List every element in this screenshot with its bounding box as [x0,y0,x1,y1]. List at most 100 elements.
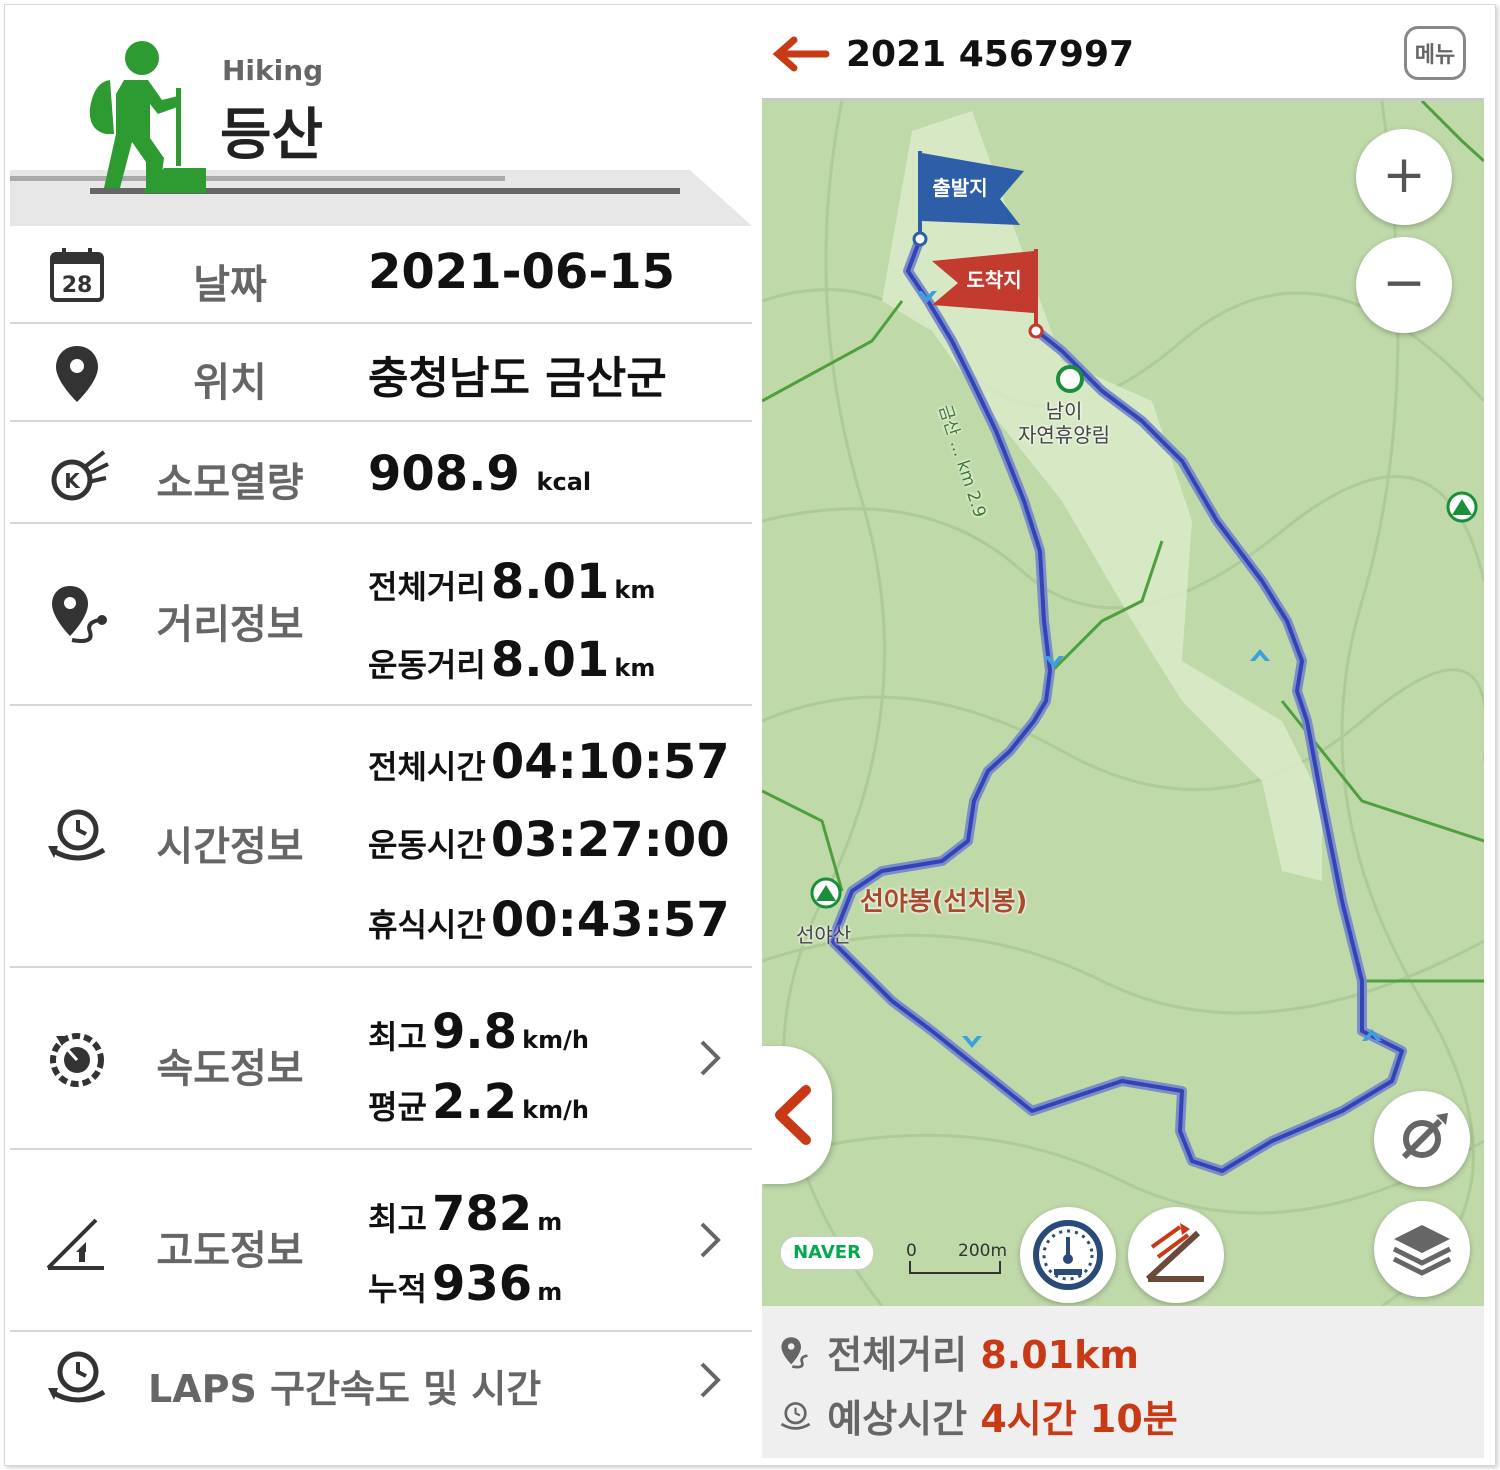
acc-altitude-line: 누적 936 m [368,1256,562,1312]
altitude-row[interactable]: 고도정보 최고 782 m 누적 936 m [10,1150,752,1332]
tracking-off-icon [1401,1113,1448,1160]
calorie-fire-icon: K [51,450,109,501]
location-tracking-button[interactable] [1374,1091,1470,1187]
acc-altitude-value: 936 [431,1256,533,1312]
time-label: 시간정보 [156,824,304,870]
speed-graph-button[interactable] [1020,1207,1116,1303]
hiker-icon [89,41,206,193]
move-distance-unit: km [614,654,656,682]
total-time-label: 전체시간 [368,748,486,786]
mountain-peak-icon [810,877,842,909]
speed-label: 속도정보 [156,1046,304,1092]
max-altitude-label: 최고 [368,1200,427,1238]
avg-speed-unit: km/h [522,1096,589,1124]
date-row: 28 날짜 2021-06-15 [10,228,752,324]
avg-speed-line: 평균 2.2 km/h [368,1074,589,1130]
altitude-graph-button[interactable] [1128,1207,1224,1303]
max-speed-value: 9.8 [431,1004,518,1060]
peak-label: 선야봉(선치봉) [860,887,1028,917]
altitude-label: 고도정보 [156,1228,304,1274]
laps-label: LAPS 구간속도 및 시간 [148,1367,542,1411]
location-value: 충청남도 금산군 [368,353,667,404]
max-altitude-line: 최고 782 m [368,1186,562,1242]
speed-row[interactable]: 속도정보 최고 9.8 km/h 평균 2.2 km/h [10,968,752,1150]
calories-label: 소모열량 [156,460,304,506]
svg-text:K: K [64,469,81,493]
chevron-right-icon [700,1222,721,1258]
start-flag-label: 출발지 [932,176,987,200]
chevron-left-icon [775,1085,811,1145]
acc-altitude-label: 누적 [368,1270,427,1308]
max-speed-label: 최고 [368,1018,427,1056]
forest-label: 남이 자연휴양림 [1018,399,1110,447]
move-distance-value: 8.01 [490,632,610,688]
calories-row: K 소모열량 908.9 kcal [10,422,752,524]
activity-header: Hiking 등산 [10,8,752,228]
altitude-slope-icon [46,1218,104,1270]
rest-time-label: 휴식시간 [368,906,486,944]
move-time-value: 03:27:00 [490,812,730,868]
max-speed-line: 최고 9.8 km/h [368,1004,589,1060]
chevron-right-icon [700,1362,721,1398]
map-top-bar: 2021 4567997 메뉴 [762,8,1484,101]
avg-speed-value: 2.2 [431,1074,518,1130]
summary-distance-value: 8.01km [980,1333,1139,1377]
location-label: 위치 [193,360,267,406]
zoom-out-button[interactable]: − [1356,237,1452,333]
rest-time-line: 휴식시간 00:43:57 [368,892,730,948]
route-title: 2021 4567997 [846,34,1135,75]
avg-speed-label: 평균 [368,1088,427,1126]
total-distance-unit: km [614,576,656,604]
location-row: 위치 충청남도 금산군 [10,324,752,422]
scale-zero-label: 0 [906,1241,917,1261]
total-time-line: 전체시간 04:10:57 [368,734,730,790]
activity-title: 등산 [220,103,324,168]
activity-summary-panel: Hiking 등산 28 날짜 2021-06-15 위치 충청남도 금산군 K… [10,8,752,1458]
map-layers-button[interactable] [1374,1201,1470,1297]
collapse-panel-button[interactable] [762,1046,832,1184]
laps-row[interactable]: LAPS 구간속도 및 시간 [10,1332,752,1432]
summary-distance-label: 전체거리 [827,1333,968,1377]
layers-icon [1392,1225,1452,1276]
altitude-slope-icon [1145,1223,1204,1282]
route-summary-bar: 전체거리 8.01km 예상시간 4시간 10분 [762,1306,1484,1458]
zoom-in-button[interactable]: + [1356,129,1452,225]
mountain-peak-icon [1446,491,1478,523]
total-distance-line: 전체거리 8.01 km [368,554,655,610]
move-time-label: 운동시간 [368,826,486,864]
naver-logo: NAVER [780,1236,874,1270]
location-pin-icon [56,346,98,402]
time-clock-icon [780,1402,811,1430]
end-flag-label: 도착지 [966,268,1021,292]
activity-subtitle: Hiking [222,54,324,87]
total-distance-label: 전체거리 [368,568,486,606]
summary-eta-line: 예상시간 4시간 10분 [776,1388,1178,1443]
peak-sub-label: 선야산 [796,923,852,947]
distance-route-icon [781,1337,808,1369]
total-distance-value: 8.01 [490,554,610,610]
date-value: 2021-06-15 [368,244,676,300]
move-time-line: 운동시간 03:27:00 [368,812,730,868]
time-row: 시간정보 전체시간 04:10:57 운동시간 03:27:00 휴식시간 00… [10,706,752,968]
chevron-right-icon [700,1040,721,1076]
distance-route-icon [52,586,107,643]
calories-value: 908.9 [368,446,520,502]
distance-label: 거리정보 [156,602,304,648]
route-map[interactable]: 출발지 도착지 선야봉(선치봉) 선야산 남이 자연휴양림 금산 ... km … [762,101,1484,1306]
max-speed-unit: km/h [522,1026,589,1054]
scale-distance-label: 200m [958,1241,1008,1261]
calendar-icon: 28 [50,248,104,302]
max-altitude-value: 782 [431,1186,533,1242]
back-arrow-icon[interactable] [770,34,830,74]
total-time-value: 04:10:57 [490,734,730,790]
menu-button[interactable]: 메뉴 [1404,26,1466,80]
rest-time-value: 00:43:57 [490,892,730,948]
acc-altitude-unit: m [537,1278,563,1306]
distance-row: 거리정보 전체거리 8.01 km 운동거리 8.01 km [10,524,752,706]
move-distance-label: 운동거리 [368,646,486,684]
calories-unit: kcal [536,468,592,496]
date-label: 날짜 [193,262,267,308]
summary-distance-line: 전체거리 8.01km [776,1324,1139,1379]
max-altitude-unit: m [537,1208,563,1236]
map-panel: 2021 4567997 메뉴 출발지 도착지 선야봉(선치봉) 선야산 남이 … [762,8,1484,1458]
